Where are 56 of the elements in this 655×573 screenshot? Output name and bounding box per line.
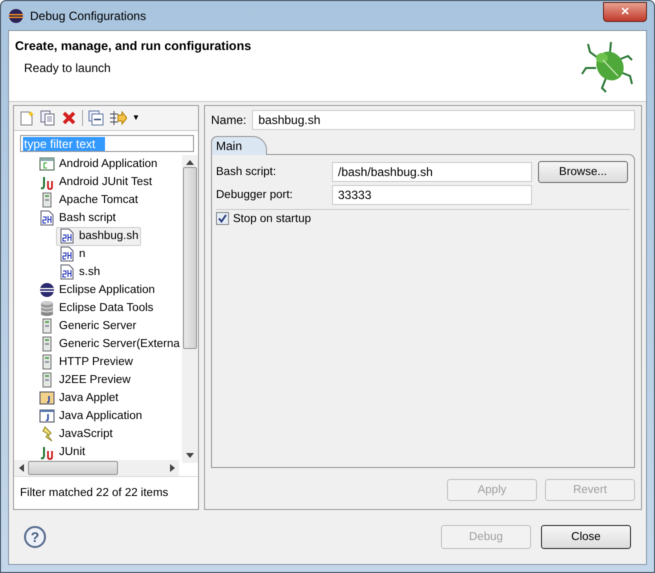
- tree-item[interactable]: bashbug.sh: [56, 226, 142, 246]
- field-label: Debugger port:: [216, 189, 294, 201]
- name-label: Name:: [211, 113, 246, 127]
- script-file-icon: [59, 246, 75, 262]
- tree-item[interactable]: Generic Server: [36, 316, 140, 336]
- junit-icon: [39, 174, 55, 190]
- scroll-right-icon[interactable]: [170, 464, 175, 472]
- script-file-icon: [39, 210, 55, 226]
- tree-item[interactable]: JavaScript: [36, 424, 116, 444]
- tree-item[interactable]: n: [56, 244, 88, 264]
- text-field[interactable]: 33333: [332, 185, 532, 205]
- database-icon: [39, 300, 55, 316]
- tree-item[interactable]: s.sh: [56, 262, 104, 282]
- sphere-icon: [39, 282, 55, 298]
- delete-icon[interactable]: [61, 110, 77, 126]
- tree-item[interactable]: Generic Server(Externa: [36, 334, 180, 354]
- checkbox-label: Stop on startup: [233, 212, 311, 224]
- eclipse-logo-icon: [8, 8, 24, 24]
- dropdown-arrow[interactable]: ▼: [132, 113, 140, 122]
- tree-item[interactable]: Android Application: [36, 155, 160, 174]
- collapse-all-icon[interactable]: [88, 110, 104, 126]
- tree-item[interactable]: JUnit: [36, 442, 88, 462]
- tree-item[interactable]: HTTP Preview: [36, 352, 136, 372]
- window-icon: [39, 156, 55, 172]
- vertical-scrollbar[interactable]: [182, 155, 198, 464]
- tree-item[interactable]: Apache Tomcat: [36, 190, 142, 210]
- tree-item[interactable]: Java Applet: [36, 388, 122, 408]
- scroll-left-icon[interactable]: [19, 464, 24, 472]
- status-message: Ready to launch: [24, 61, 112, 75]
- field-label: Bash script:: [216, 166, 278, 178]
- tree-item[interactable]: Java Application: [36, 406, 146, 426]
- tree-item[interactable]: Android JUnit Test: [36, 172, 156, 192]
- script-file-icon: [59, 228, 75, 244]
- filter-status: Filter matched 22 of 22 items: [19, 486, 170, 501]
- tree-item[interactable]: J2EE Preview: [36, 370, 134, 390]
- java-window-icon: [39, 408, 55, 424]
- dialog-title: Create, manage, and run configurations: [15, 39, 252, 53]
- close-dialog-button[interactable]: Close: [541, 525, 631, 549]
- junit-icon: [39, 444, 55, 460]
- text-field[interactable]: /bash/bashbug.sh: [332, 162, 532, 182]
- tree-item[interactable]: Eclipse Data Tools: [36, 298, 156, 318]
- duplicate-icon[interactable]: [40, 110, 56, 126]
- scroll-down-icon[interactable]: [186, 453, 194, 458]
- name-field[interactable]: bashbug.sh: [252, 110, 635, 130]
- checkbox[interactable]: [216, 212, 229, 225]
- script-file-icon: [59, 264, 75, 280]
- horizontal-scrollbar[interactable]: [14, 460, 179, 476]
- new-config-icon[interactable]: [19, 110, 35, 126]
- tab[interactable]: Main: [211, 136, 268, 155]
- browse-button[interactable]: Browse...: [538, 161, 628, 183]
- window-title: Debug Configurations: [30, 8, 148, 22]
- tree-item[interactable]: Eclipse Application: [36, 280, 158, 300]
- tree-item[interactable]: Bash script: [36, 208, 119, 228]
- help-button[interactable]: ?: [24, 526, 46, 548]
- applet-icon: [39, 390, 55, 406]
- filter-icon[interactable]: [109, 110, 127, 126]
